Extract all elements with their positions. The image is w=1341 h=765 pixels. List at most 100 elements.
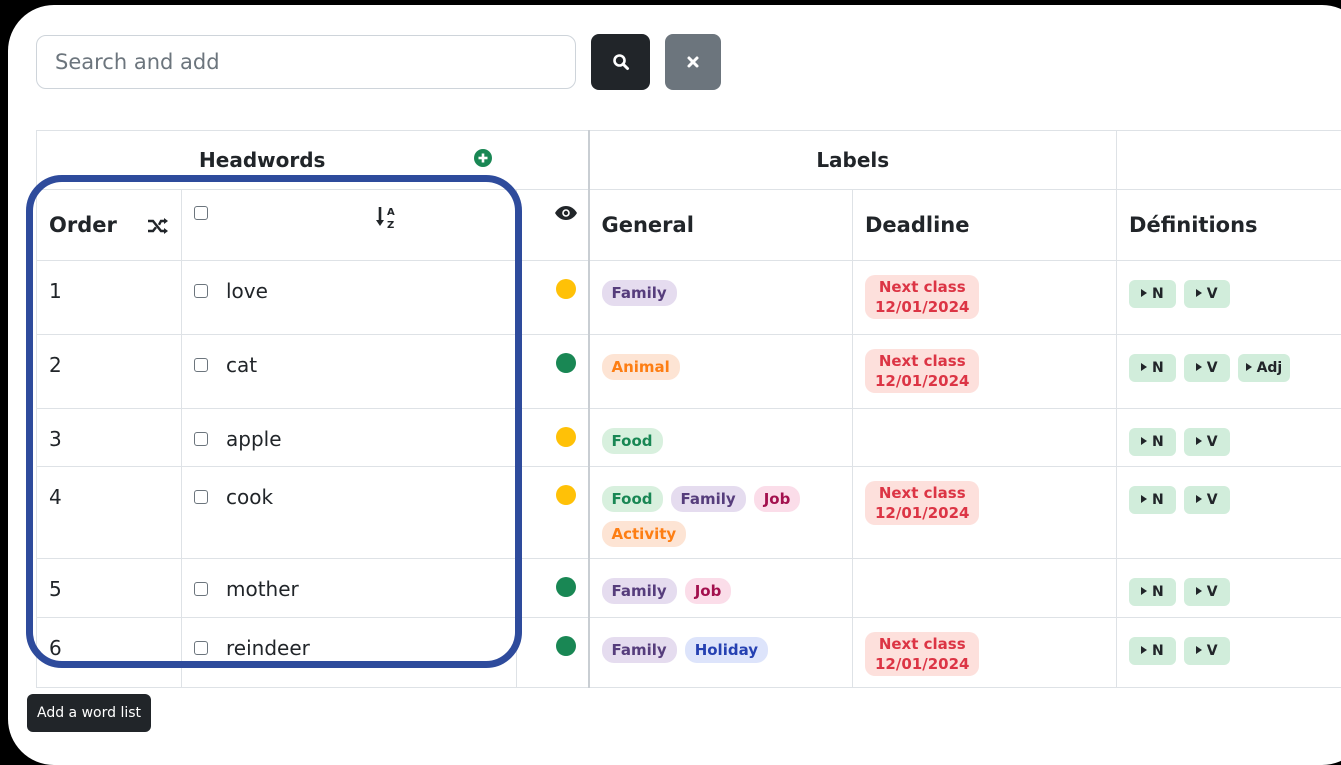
caret-right-icon	[1196, 363, 1202, 371]
headword-text[interactable]: love	[226, 279, 268, 303]
general-cell: Food Family Job Activity	[589, 467, 853, 559]
definition-toggle[interactable]: V	[1184, 578, 1230, 606]
status-dot	[556, 485, 576, 505]
caret-right-icon	[1141, 289, 1147, 297]
label-tag[interactable]: Food	[602, 428, 663, 454]
label-tag[interactable]: Family	[602, 637, 677, 663]
headwords-title: Headwords	[199, 148, 325, 172]
order-cell: 3	[37, 409, 182, 467]
table-row[interactable]: 2 cat Animal Next class12/01/2024 NVAdj	[37, 335, 1341, 409]
clear-button[interactable]	[665, 34, 721, 90]
order-title: Order	[49, 213, 117, 237]
table-row[interactable]: 6 reindeer Family Holiday Next class12/01…	[37, 618, 1341, 688]
search-button[interactable]	[591, 34, 650, 90]
row-checkbox[interactable]	[194, 284, 208, 298]
definition-toggle[interactable]: N	[1129, 354, 1176, 382]
row-checkbox[interactable]	[194, 490, 208, 504]
row-checkbox[interactable]	[194, 432, 208, 446]
definition-toggle[interactable]: V	[1184, 354, 1230, 382]
table-row[interactable]: 3 apple Food N V	[37, 409, 1341, 467]
label-tag[interactable]: Family	[671, 486, 746, 512]
visibility-header[interactable]	[517, 190, 589, 261]
row-checkbox[interactable]	[194, 582, 208, 596]
eye-icon[interactable]	[554, 202, 578, 226]
definition-toggle[interactable]: V	[1184, 428, 1230, 456]
app-frame: Headwords Labels Order	[8, 5, 1341, 765]
headword-text[interactable]: cat	[226, 353, 257, 377]
deadline-badge[interactable]: Next class12/01/2024	[865, 481, 979, 525]
label-tag[interactable]: Family	[602, 578, 677, 604]
shuffle-icon[interactable]	[146, 216, 170, 240]
headword-cell: reindeer	[182, 618, 517, 688]
definitions-cell: NV	[1117, 559, 1341, 618]
general-cell: Family Job	[589, 559, 853, 618]
definition-toggle[interactable]: N	[1129, 637, 1176, 665]
close-icon	[686, 55, 700, 69]
definition-toggle[interactable]: N	[1129, 280, 1176, 308]
headword-header: AZ	[182, 190, 517, 261]
order-cell: 1	[37, 261, 182, 335]
svg-text:Z: Z	[387, 220, 394, 230]
status-cell	[517, 467, 589, 559]
definition-toggle[interactable]: N	[1129, 578, 1176, 606]
definition-toggle[interactable]: V	[1184, 637, 1230, 665]
definition-label: V	[1207, 643, 1218, 659]
order-cell: 4	[37, 467, 182, 559]
deadline-badge[interactable]: Next class12/01/2024	[865, 349, 979, 393]
plus-circle-icon[interactable]	[473, 148, 493, 173]
caret-right-icon	[1141, 437, 1147, 445]
definition-toggle[interactable]: Adj	[1238, 354, 1291, 382]
definition-label: N	[1152, 584, 1164, 600]
status-cell	[517, 261, 589, 335]
order-cell: 6	[37, 618, 182, 688]
definitions-header: Définitions	[1117, 190, 1341, 261]
select-all-checkbox[interactable]	[194, 206, 208, 220]
headword-text[interactable]: cook	[226, 485, 273, 509]
label-tag[interactable]: Job	[685, 578, 732, 604]
caret-right-icon	[1196, 646, 1202, 654]
deadline-cell: Next class12/01/2024	[853, 618, 1117, 688]
add-word-list-button[interactable]: Add a word list	[27, 694, 151, 732]
label-tag[interactable]: Job	[754, 486, 801, 512]
row-checkbox[interactable]	[194, 358, 208, 372]
caret-right-icon	[1141, 587, 1147, 595]
definition-toggle[interactable]: V	[1184, 486, 1230, 514]
deadline-label: Next class	[879, 278, 966, 296]
table-row[interactable]: 5 mother FamilyJob NV	[37, 559, 1341, 618]
table-row[interactable]: 4 cook Food Family Job Activity Next class1…	[37, 467, 1341, 559]
headword-text[interactable]: mother	[226, 577, 299, 601]
status-cell	[517, 409, 589, 467]
order-cell: 5	[37, 559, 182, 618]
caret-right-icon	[1141, 363, 1147, 371]
deadline-badge[interactable]: Next class12/01/2024	[865, 275, 979, 319]
label-tag[interactable]: Food	[602, 486, 663, 512]
definition-label: Adj	[1257, 360, 1283, 376]
label-tag[interactable]: Animal	[602, 354, 680, 380]
deadline-date: 12/01/2024	[875, 372, 969, 390]
deadline-badge[interactable]: Next class12/01/2024	[865, 632, 979, 676]
deadline-label: Next class	[879, 635, 966, 653]
definition-label: N	[1152, 434, 1164, 450]
svg-text:A: A	[387, 207, 395, 218]
general-cell: Family Holiday	[589, 618, 853, 688]
general-cell: Food	[589, 409, 853, 467]
label-tag[interactable]: Holiday	[685, 637, 768, 663]
search-input[interactable]	[36, 35, 576, 89]
definition-toggle[interactable]: N	[1129, 428, 1176, 456]
table-row[interactable]: 1 love Family Next class12/01/2024 NV	[37, 261, 1341, 335]
sort-alpha-icon[interactable]: AZ	[376, 204, 398, 235]
row-checkbox[interactable]	[194, 641, 208, 655]
definitions-cell: NV	[1117, 467, 1341, 559]
order-header[interactable]: Order	[37, 190, 182, 261]
definition-label: V	[1207, 434, 1218, 450]
label-tag[interactable]: Activity	[602, 521, 687, 547]
definition-label: V	[1207, 360, 1218, 376]
general-header: General	[589, 190, 853, 261]
headword-text[interactable]: apple	[226, 427, 282, 451]
headword-text[interactable]: reindeer	[226, 636, 310, 660]
definition-toggle[interactable]: V	[1184, 280, 1230, 308]
definition-label: N	[1152, 643, 1164, 659]
caret-right-icon	[1141, 495, 1147, 503]
definition-toggle[interactable]: N	[1129, 486, 1176, 514]
label-tag[interactable]: Family	[602, 280, 677, 306]
